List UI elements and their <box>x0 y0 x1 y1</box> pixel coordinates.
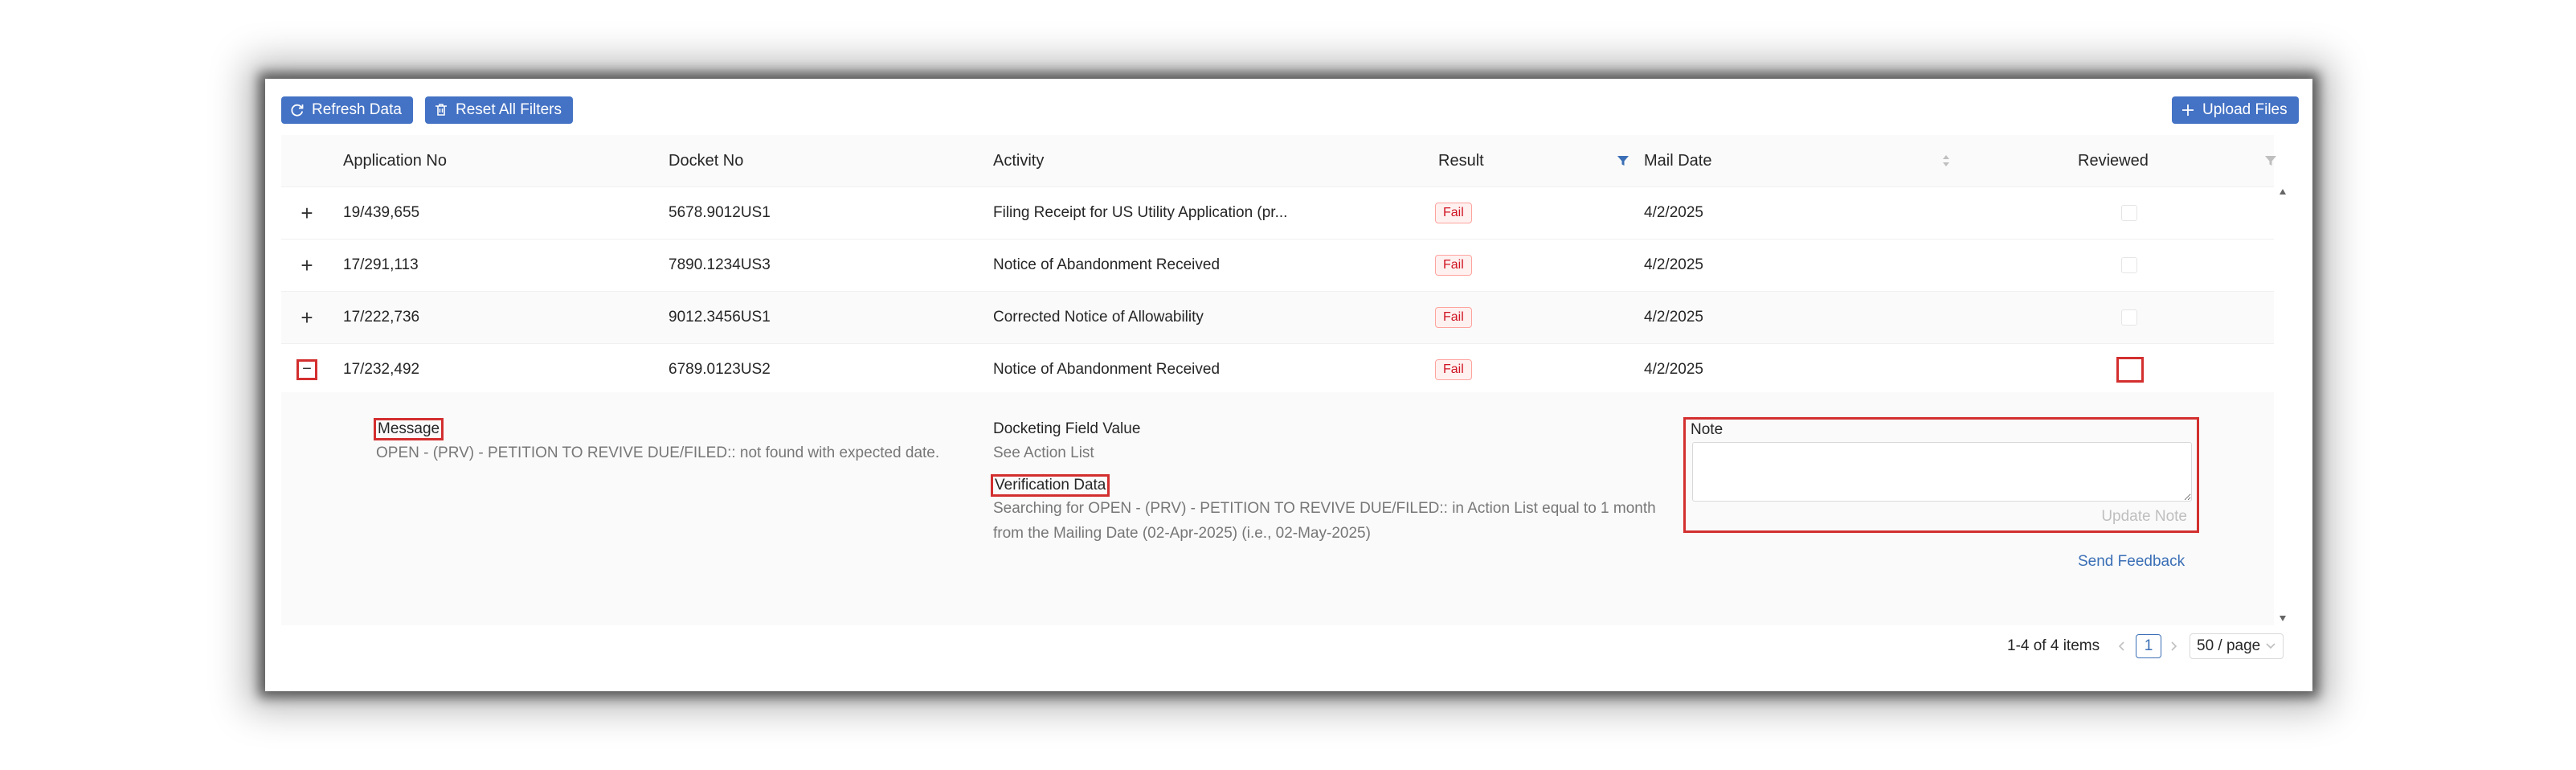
reviewed-checkbox[interactable] <box>2121 309 2137 326</box>
docketing-field-label: Docketing Field Value <box>993 420 1141 437</box>
mail-date-cell: 4/2/2025 <box>1644 309 1703 326</box>
activity-cell: Filing Receipt for US Utility Applicatio… <box>993 204 1288 221</box>
table-row[interactable]: + 19/439,655 5678.9012US1 Filing Receipt… <box>281 187 2274 240</box>
scroll-up-arrow-icon[interactable] <box>2279 188 2287 196</box>
upload-files-label: Upload Files <box>2202 101 2288 118</box>
table-row[interactable]: + 17/291,113 7890.1234US3 Notice of Aban… <box>281 240 2274 292</box>
reset-all-filters-button[interactable]: Reset All Filters <box>425 96 573 124</box>
table-row[interactable]: − 17/232,492 6789.0123US2 Notice of Aban… <box>281 344 2274 396</box>
filter-active-icon[interactable] <box>1615 153 1631 169</box>
column-docket-no[interactable]: Docket No <box>669 135 743 186</box>
mail-date-cell: 4/2/2025 <box>1644 204 1703 221</box>
expand-row-button[interactable]: + <box>299 255 315 276</box>
activity-cell: Notice of Abandonment Received <box>993 256 1221 273</box>
result-fail-badge: Fail <box>1435 359 1472 380</box>
activity-cell: Notice of Abandonment Received <box>993 361 1221 378</box>
activity-cell: Corrected Notice of Allowability <box>993 309 1204 326</box>
column-application-no[interactable]: Application No <box>343 135 447 186</box>
scroll-down-arrow-icon[interactable] <box>2279 614 2287 622</box>
column-activity[interactable]: Activity <box>993 135 1044 186</box>
page-1-button[interactable]: 1 <box>2136 634 2161 658</box>
clear-filter-icon <box>435 104 447 116</box>
docket-no-cell: 6789.0123US2 <box>669 361 771 378</box>
chevron-right-icon <box>2171 641 2177 651</box>
table-row[interactable]: + 17/222,736 9012.3456US1 Corrected Noti… <box>281 292 2274 344</box>
column-result[interactable]: Result <box>1438 135 1484 186</box>
reset-all-filters-label: Reset All Filters <box>456 101 562 118</box>
note-textarea[interactable] <box>1692 442 2192 502</box>
send-feedback-link[interactable]: Send Feedback <box>2078 553 2185 571</box>
filter-icon[interactable] <box>2263 153 2279 169</box>
table-card: Refresh Data Reset All Filters Upload Fi… <box>265 79 2312 691</box>
expanded-row-details: Message OPEN - (PRV) - PETITION TO REVIV… <box>281 392 2274 625</box>
verification-data-line-2: from the Mailing Date (02-Apr-2025) (i.e… <box>993 525 1371 542</box>
mail-date-cell: 4/2/2025 <box>1644 361 1703 378</box>
expand-row-button[interactable]: + <box>299 307 315 328</box>
plus-icon <box>2182 104 2194 116</box>
reviewed-checkbox[interactable] <box>2121 257 2137 273</box>
column-mail-date[interactable]: Mail Date <box>1644 135 1711 186</box>
docket-no-cell: 7890.1234US3 <box>669 256 771 273</box>
result-fail-badge: Fail <box>1435 255 1472 276</box>
verification-data-line-1: Searching for OPEN - (PRV) - PETITION TO… <box>993 500 1656 517</box>
result-fail-badge: Fail <box>1435 203 1472 223</box>
collapse-row-button[interactable]: − <box>296 359 317 380</box>
application-no-cell: 17/222,736 <box>343 309 420 326</box>
note-section: Note Update Note <box>1683 417 2199 533</box>
refresh-icon <box>291 104 304 117</box>
next-page-button[interactable] <box>2168 633 2179 659</box>
reviewed-checkbox[interactable] <box>2121 205 2137 221</box>
update-note-button[interactable]: Update Note <box>2101 508 2187 526</box>
application-no-cell: 19/439,655 <box>343 204 420 221</box>
applications-table: Application No Docket No Activity Result… <box>281 135 2287 625</box>
prev-page-button[interactable] <box>2116 633 2128 659</box>
docketing-field-value: See Action List <box>993 444 1094 461</box>
message-label: Message <box>373 418 444 440</box>
application-no-cell: 17/291,113 <box>343 256 419 273</box>
reviewed-checkbox[interactable] <box>2116 357 2144 383</box>
chevron-down-icon <box>2265 643 2275 649</box>
sort-icon[interactable] <box>1938 153 1954 169</box>
application-no-cell: 17/232,492 <box>343 361 420 378</box>
chevron-left-icon <box>2118 641 2124 651</box>
pagination-summary: 1-4 of 4 items <box>2007 637 2100 654</box>
mail-date-cell: 4/2/2025 <box>1644 256 1703 273</box>
page-size-value: 50 / page <box>2197 637 2261 654</box>
refresh-data-label: Refresh Data <box>312 101 402 118</box>
verification-data-label: Verification Data <box>990 474 1110 497</box>
expand-row-button[interactable]: + <box>299 203 315 223</box>
message-text: OPEN - (PRV) - PETITION TO REVIVE DUE/FI… <box>376 444 940 461</box>
result-fail-badge: Fail <box>1435 307 1472 328</box>
docket-no-cell: 5678.9012US1 <box>669 204 771 221</box>
note-label: Note <box>1691 421 1723 438</box>
column-reviewed[interactable]: Reviewed <box>2078 135 2149 186</box>
upload-files-button[interactable]: Upload Files <box>2172 96 2299 124</box>
table-header: Application No Docket No Activity Result… <box>281 135 2276 187</box>
page-size-select[interactable]: 50 / page <box>2190 633 2284 659</box>
docket-no-cell: 9012.3456US1 <box>669 309 771 326</box>
refresh-data-button[interactable]: Refresh Data <box>281 96 413 124</box>
